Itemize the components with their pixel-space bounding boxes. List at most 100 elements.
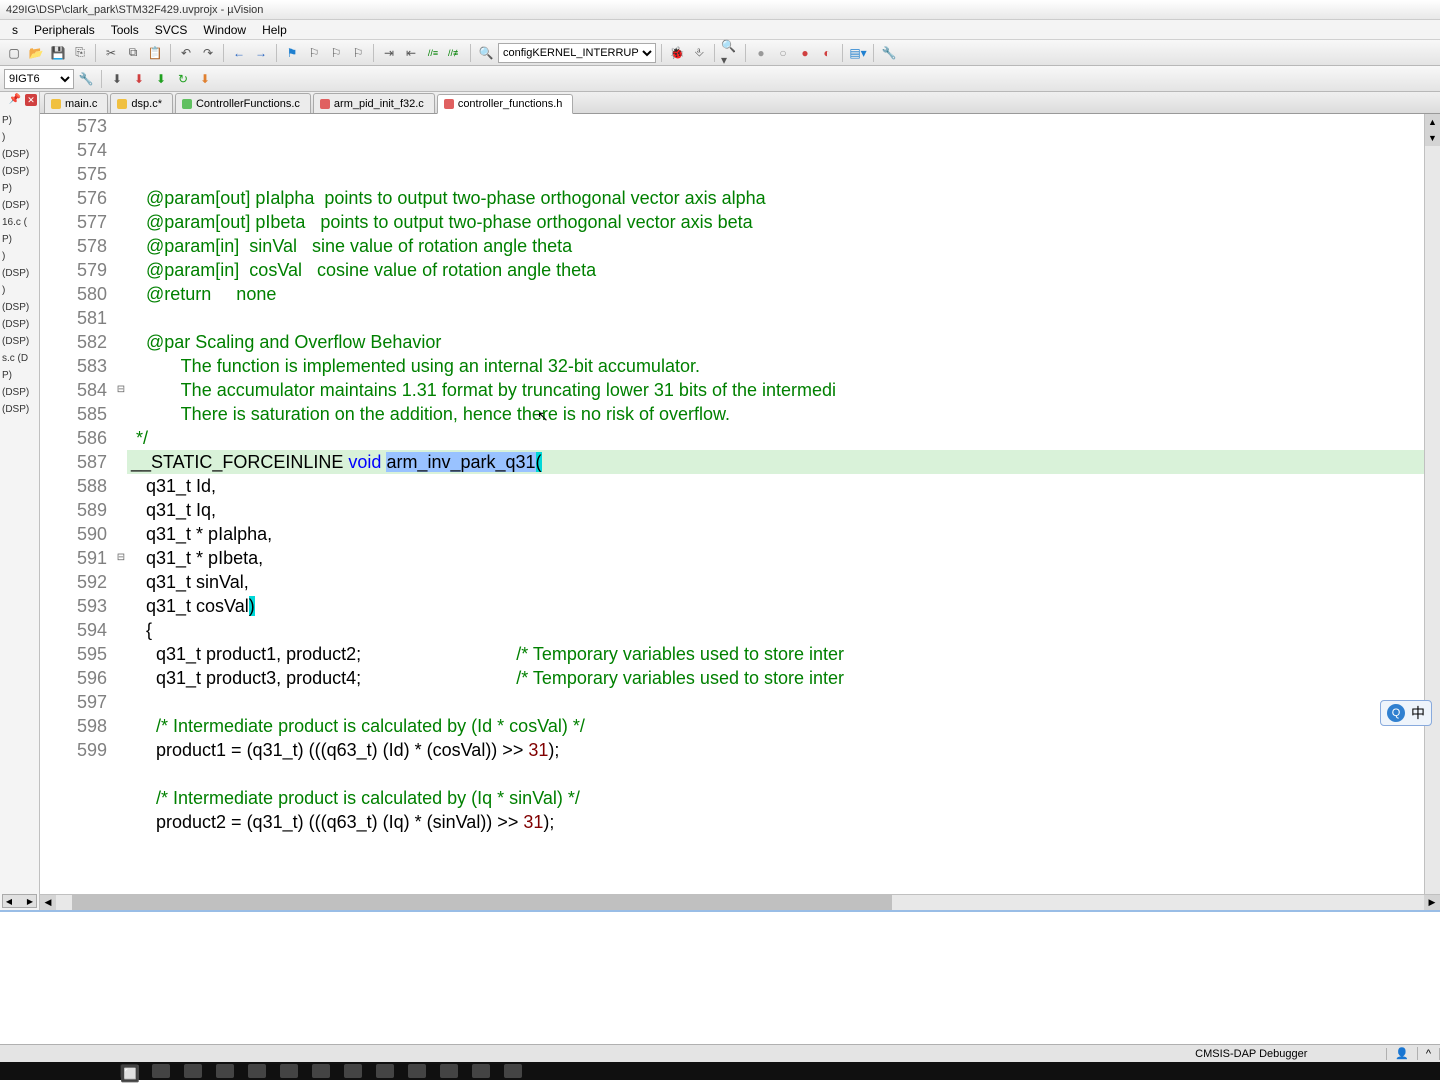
tree-item[interactable]: 16.c ( xyxy=(2,214,39,231)
tree-item[interactable]: (DSP) xyxy=(2,333,39,350)
task-word-icon[interactable] xyxy=(344,1064,362,1078)
task-edge-icon[interactable] xyxy=(152,1064,170,1078)
rebuild-icon[interactable]: ⬇ xyxy=(129,69,149,89)
editor-vscroll[interactable]: ▲ ▼ xyxy=(1424,114,1440,894)
bookmark-icon[interactable]: ⚑ xyxy=(282,43,302,63)
status-person-icon[interactable]: 👤 xyxy=(1387,1047,1418,1060)
code-line[interactable]: q31_t product3, product4; /* Temporary v… xyxy=(127,666,1424,690)
tree-item[interactable]: s.c (D xyxy=(2,350,39,367)
code-line[interactable]: @param[in] sinVal sine value of rotation… xyxy=(127,234,1424,258)
menu-svcs[interactable]: SVCS xyxy=(147,21,196,39)
code-line[interactable] xyxy=(127,762,1424,786)
breakpoint4-icon[interactable]: ◐ xyxy=(817,43,837,63)
project-tree[interactable]: P))(DSP)(DSP)P)(DSP)16.c (P))(DSP))(DSP)… xyxy=(0,112,39,418)
code-line[interactable]: @param[out] pIbeta points to output two-… xyxy=(127,210,1424,234)
tree-item[interactable]: (DSP) xyxy=(2,163,39,180)
save-all-icon[interactable]: ⎘ xyxy=(70,43,90,63)
code-line[interactable]: q31_t Iq, xyxy=(127,498,1424,522)
download-icon[interactable]: ⬇ xyxy=(195,69,215,89)
paste-icon[interactable]: 📋 xyxy=(145,43,165,63)
pin-icon[interactable]: 📌 xyxy=(9,94,21,105)
file-tab[interactable]: arm_pid_init_f32.c xyxy=(313,93,435,113)
code-line[interactable]: */ xyxy=(127,426,1424,450)
code-line[interactable]: @param[in] cosVal cosine value of rotati… xyxy=(127,258,1424,282)
tree-item[interactable]: (DSP) xyxy=(2,401,39,418)
code-line[interactable]: q31_t * pIalpha, xyxy=(127,522,1424,546)
find-icon[interactable]: 🔍 xyxy=(476,43,496,63)
file-tab[interactable]: ControllerFunctions.c xyxy=(175,93,311,113)
code-line[interactable]: q31_t Id, xyxy=(127,474,1424,498)
cut-icon[interactable]: ✂ xyxy=(101,43,121,63)
code-line[interactable] xyxy=(127,306,1424,330)
code-line[interactable]: The function is implemented using an int… xyxy=(127,354,1424,378)
bookmark-next-icon[interactable]: ⚐ xyxy=(326,43,346,63)
task-search-icon[interactable]: 🔲 xyxy=(120,1064,138,1078)
task-explorer-icon[interactable] xyxy=(248,1064,266,1078)
code-line[interactable]: /* Intermediate product is calculated by… xyxy=(127,786,1424,810)
menu-window[interactable]: Window xyxy=(195,21,254,39)
outdent-icon[interactable]: ⇤ xyxy=(401,43,421,63)
menu-help[interactable]: Help xyxy=(254,21,295,39)
code-line[interactable]: @par Scaling and Overflow Behavior xyxy=(127,330,1424,354)
save-icon[interactable]: 💾 xyxy=(48,43,68,63)
task-app6-icon[interactable] xyxy=(440,1064,458,1078)
status-up-icon[interactable]: ^ xyxy=(1418,1048,1440,1060)
code-line[interactable]: There is saturation on the addition, hen… xyxy=(127,402,1424,426)
task-app2-icon[interactable] xyxy=(216,1064,234,1078)
fold-column[interactable]: ⊟⊟ xyxy=(115,114,127,894)
find-combo[interactable]: configKERNEL_INTERRUP xyxy=(498,43,656,63)
stop-build-icon[interactable]: ↻ xyxy=(173,69,193,89)
code-line[interactable]: product1 = (q31_t) (((q63_t) (Id) * (cos… xyxy=(127,738,1424,762)
task-app1-icon[interactable] xyxy=(184,1064,202,1078)
build-icon[interactable]: ⬇ xyxy=(107,69,127,89)
insert-icon[interactable]: ⎀ xyxy=(689,43,709,63)
tree-item[interactable]: (DSP) xyxy=(2,197,39,214)
window-icon[interactable]: ▤▾ xyxy=(848,43,868,63)
tree-item[interactable]: (DSP) xyxy=(2,384,39,401)
code-line[interactable]: { xyxy=(127,618,1424,642)
breakpoint-icon[interactable]: ● xyxy=(751,43,771,63)
file-tab[interactable]: controller_functions.h xyxy=(437,94,574,114)
code-editor[interactable]: 5735745755765775785795805815825835845855… xyxy=(40,114,1440,894)
breakpoint2-icon[interactable]: ○ xyxy=(773,43,793,63)
task-app4-icon[interactable] xyxy=(376,1064,394,1078)
code-line[interactable]: q31_t cosVal) xyxy=(127,594,1424,618)
file-tab[interactable]: main.c xyxy=(44,93,108,113)
output-body[interactable] xyxy=(0,912,1440,1044)
nav-fwd-icon[interactable]: → xyxy=(251,43,271,63)
tree-item[interactable]: P) xyxy=(2,180,39,197)
task-notepad-icon[interactable] xyxy=(280,1064,298,1078)
new-icon[interactable]: ▢ xyxy=(4,43,24,63)
copy-icon[interactable]: ⧉ xyxy=(123,43,143,63)
panel-hscroll[interactable]: ◀▶ xyxy=(2,894,37,908)
uncomment-icon[interactable]: //≢ xyxy=(445,43,465,63)
code-line[interactable]: @param[out] pIalpha points to output two… xyxy=(127,186,1424,210)
ime-indicator[interactable]: Q 中 xyxy=(1380,700,1432,726)
code-line[interactable] xyxy=(127,690,1424,714)
tree-item[interactable]: (DSP) xyxy=(2,146,39,163)
menu-tools[interactable]: Tools xyxy=(103,21,147,39)
editor-hscroll[interactable]: ◀▶ xyxy=(40,894,1440,910)
undo-icon[interactable]: ↶ xyxy=(176,43,196,63)
target-combo[interactable]: 9IGT6 xyxy=(4,69,74,89)
code-line[interactable]: q31_t sinVal, xyxy=(127,570,1424,594)
open-icon[interactable]: 📂 xyxy=(26,43,46,63)
bookmark-clear-icon[interactable]: ⚐ xyxy=(348,43,368,63)
tree-item[interactable]: ) xyxy=(2,129,39,146)
code-line[interactable]: product2 = (q31_t) (((q63_t) (Iq) * (sin… xyxy=(127,810,1424,834)
tree-item[interactable]: (DSP) xyxy=(2,316,39,333)
tree-item[interactable]: P) xyxy=(2,367,39,384)
code-line[interactable]: @return none xyxy=(127,282,1424,306)
nav-back-icon[interactable]: ← xyxy=(229,43,249,63)
config-icon[interactable]: 🔧 xyxy=(879,43,899,63)
task-matlab-icon[interactable] xyxy=(472,1064,490,1078)
code-lines[interactable]: ↖ @param[out] pIalpha points to output t… xyxy=(127,114,1424,894)
file-tab[interactable]: dsp.c* xyxy=(110,93,173,113)
code-line[interactable]: __STATIC_FORCEINLINE void arm_inv_park_q… xyxy=(127,450,1424,474)
task-app7-icon[interactable] xyxy=(504,1064,522,1078)
menu-s[interactable]: s xyxy=(4,21,26,39)
tree-item[interactable]: ) xyxy=(2,248,39,265)
indent-icon[interactable]: ⇥ xyxy=(379,43,399,63)
batch-build-icon[interactable]: ⬇ xyxy=(151,69,171,89)
tree-item[interactable]: P) xyxy=(2,231,39,248)
